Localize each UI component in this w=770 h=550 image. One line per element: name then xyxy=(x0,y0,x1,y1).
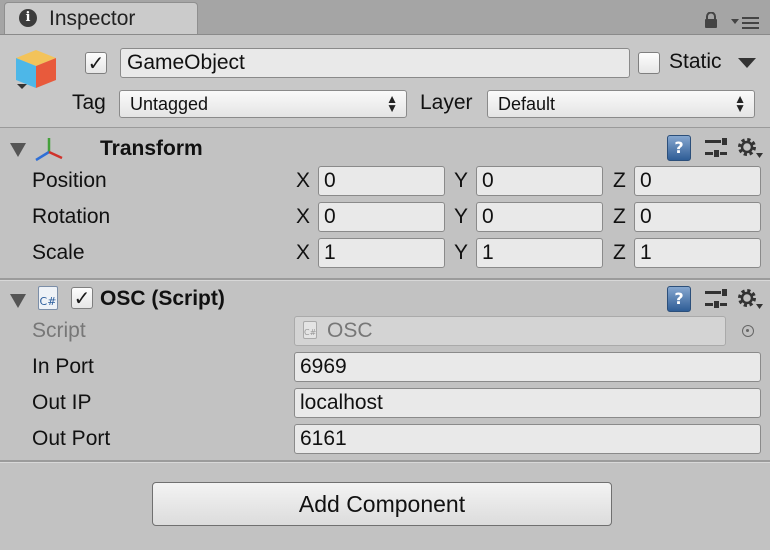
scale-label: Scale xyxy=(32,241,85,264)
transform-axes-icon xyxy=(35,138,63,162)
out-ip-label: Out IP xyxy=(32,391,92,414)
gear-icon[interactable] xyxy=(736,286,764,312)
rotation-y-label[interactable]: Y xyxy=(454,205,468,229)
out-port-label: Out Port xyxy=(32,427,111,450)
dropdown-arrows-icon: ▲ ▼ xyxy=(734,92,746,115)
scale-x-field[interactable]: 1 xyxy=(318,238,445,268)
scale-z-label[interactable]: Z xyxy=(613,241,626,265)
tag-dropdown[interactable]: Untagged ▲ ▼ xyxy=(119,90,407,118)
tag-value: Untagged xyxy=(130,94,209,114)
position-z-label[interactable]: Z xyxy=(613,169,626,193)
out-ip-field[interactable]: localhost xyxy=(294,388,761,418)
add-component-button[interactable]: Add Component xyxy=(152,482,612,526)
scale-y-label[interactable]: Y xyxy=(454,241,468,265)
rotation-x-label[interactable]: X xyxy=(296,205,310,229)
osc-title: OSC (Script) xyxy=(100,287,225,310)
static-label: Static xyxy=(669,50,722,73)
in-port-field[interactable]: 6969 xyxy=(294,352,761,382)
help-icon[interactable]: ? xyxy=(667,286,691,312)
cube-icon xyxy=(16,50,56,89)
info-icon: i xyxy=(19,9,37,27)
name-field[interactable]: GameObject xyxy=(120,48,630,78)
tab-title: Inspector xyxy=(49,7,136,30)
dropdown-arrows-icon: ▲ ▼ xyxy=(386,92,398,115)
position-x-field[interactable]: 0 xyxy=(318,166,445,196)
script-field: C# OSC xyxy=(294,316,726,346)
script-label: Script xyxy=(32,319,86,342)
osc-enabled-checkbox[interactable]: ✓ xyxy=(71,287,93,309)
preset-icon[interactable] xyxy=(702,135,730,161)
transform-title: Transform xyxy=(100,137,203,160)
position-y-field[interactable]: 0 xyxy=(476,166,603,196)
csharp-file-icon: C# xyxy=(38,286,58,310)
scale-z-field[interactable]: 1 xyxy=(634,238,761,268)
layer-value: Default xyxy=(498,94,556,114)
position-x-label[interactable]: X xyxy=(296,169,310,193)
in-port-label: In Port xyxy=(32,355,94,378)
preset-icon[interactable] xyxy=(702,286,730,312)
rotation-label: Rotation xyxy=(32,205,111,228)
position-label: Position xyxy=(32,169,107,192)
gear-icon[interactable] xyxy=(736,135,764,161)
static-checkbox[interactable] xyxy=(638,52,660,74)
layer-label: Layer xyxy=(420,91,473,114)
rotation-z-field[interactable]: 0 xyxy=(634,202,761,232)
position-z-field[interactable]: 0 xyxy=(634,166,761,196)
lock-icon[interactable] xyxy=(704,12,718,28)
rotation-y-field[interactable]: 0 xyxy=(476,202,603,232)
csharp-file-icon: C# xyxy=(303,321,317,339)
foldout-arrow-icon[interactable] xyxy=(10,143,26,157)
active-checkbox[interactable]: ✓ xyxy=(85,52,107,74)
component-divider xyxy=(0,278,770,281)
rotation-z-label[interactable]: Z xyxy=(613,205,626,229)
scale-x-label[interactable]: X xyxy=(296,241,310,265)
inspector-tab[interactable]: i Inspector xyxy=(4,2,198,34)
component-divider xyxy=(0,460,770,463)
scale-y-field[interactable]: 1 xyxy=(476,238,603,268)
out-port-field[interactable]: 6161 xyxy=(294,424,761,454)
help-icon[interactable]: ? xyxy=(667,135,691,161)
static-dropdown-arrow-icon[interactable] xyxy=(738,58,756,68)
layer-dropdown[interactable]: Default ▲ ▼ xyxy=(487,90,755,118)
foldout-arrow-icon[interactable] xyxy=(10,294,26,308)
context-menu-icon[interactable] xyxy=(730,14,760,30)
position-y-label[interactable]: Y xyxy=(454,169,468,193)
rotation-x-field[interactable]: 0 xyxy=(318,202,445,232)
tag-label: Tag xyxy=(72,91,106,114)
object-picker-icon[interactable] xyxy=(742,325,754,337)
script-value: OSC xyxy=(327,319,373,342)
